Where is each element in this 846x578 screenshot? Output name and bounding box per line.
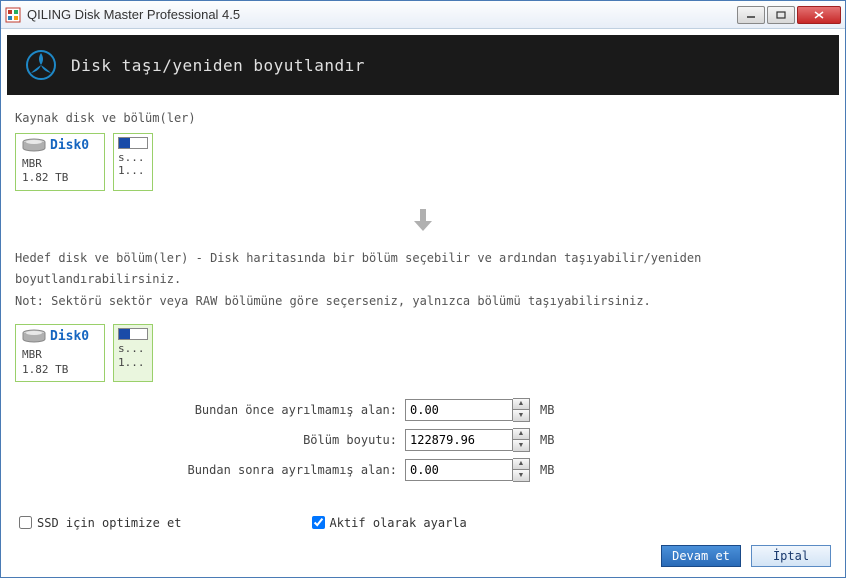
set-active-label: Aktif olarak ayarla (330, 516, 467, 530)
minimize-button[interactable] (737, 6, 765, 24)
unit-label: MB (540, 403, 554, 417)
target-disk-size: 1.82 TB (22, 363, 98, 377)
ssd-optimize-input[interactable] (19, 516, 32, 529)
window-title: QILING Disk Master Professional 4.5 (27, 7, 737, 22)
space-before-input[interactable] (405, 399, 513, 421)
hdd-icon (22, 329, 46, 348)
source-partition-card[interactable]: s... 1... (113, 133, 153, 191)
cancel-button[interactable]: İptal (751, 545, 831, 567)
ssd-optimize-label: SSD için optimize et (37, 516, 182, 530)
spin-up-button[interactable]: ▲ (513, 459, 529, 470)
partition-size-input[interactable] (405, 429, 513, 451)
app-window: QILING Disk Master Professional 4.5 Disk… (0, 0, 846, 578)
set-active-input[interactable] (312, 516, 325, 529)
spin-down-button[interactable]: ▼ (513, 410, 529, 421)
target-partition-line1: s... (118, 342, 148, 355)
source-disk-card[interactable]: Disk0 MBR 1.82 TB (15, 133, 105, 191)
hdd-icon (22, 138, 46, 157)
close-button[interactable] (797, 6, 841, 24)
space-after-input[interactable] (405, 459, 513, 481)
source-disk-name: Disk0 (50, 138, 89, 153)
arrow-down-icon (15, 207, 831, 236)
target-disk-card[interactable]: Disk0 MBR 1.82 TB (15, 324, 105, 382)
target-disk-scheme: MBR (22, 348, 98, 362)
source-disk-scheme: MBR (22, 157, 98, 171)
source-disk-row: Disk0 MBR 1.82 TB s... 1... (15, 133, 831, 191)
space-after-spinner: ▲▼ (405, 458, 530, 482)
spin-down-button[interactable]: ▼ (513, 470, 529, 481)
target-help-text: Hedef disk ve bölüm(ler) - Disk haritası… (15, 248, 831, 313)
target-partition-line2: 1... (118, 356, 148, 369)
partition-size-spinner: ▲▼ (405, 428, 530, 452)
target-help-line2: Not: Sektörü sektör veya RAW bölümüne gö… (15, 291, 831, 313)
options-row: SSD için optimize et Aktif olarak ayarla (15, 516, 831, 530)
target-partition-card[interactable]: s... 1... (113, 324, 153, 382)
spin-up-button[interactable]: ▲ (513, 429, 529, 440)
target-disk-row: Disk0 MBR 1.82 TB s... 1... (15, 324, 831, 382)
target-help-line1: Hedef disk ve bölüm(ler) - Disk haritası… (15, 248, 831, 291)
propeller-logo-icon (25, 49, 57, 81)
unit-label: MB (540, 433, 554, 447)
ssd-optimize-checkbox[interactable]: SSD için optimize et (19, 516, 182, 530)
partition-size-label: Bölüm boyutu: (15, 433, 405, 447)
partition-usage-bar (118, 328, 148, 340)
source-partition-line1: s... (118, 151, 148, 164)
source-disk-size: 1.82 TB (22, 171, 98, 185)
set-active-checkbox[interactable]: Aktif olarak ayarla (312, 516, 467, 530)
unit-label: MB (540, 463, 554, 477)
app-icon (5, 7, 21, 23)
space-after-label: Bundan sonra ayrılmamış alan: (15, 463, 405, 477)
size-form: Bundan önce ayrılmamış alan: ▲▼ MB Bölüm… (15, 398, 831, 482)
page-header: Disk taşı/yeniden boyutlandır (7, 35, 839, 95)
source-partition-line2: 1... (118, 164, 148, 177)
partition-usage-bar (118, 137, 148, 149)
target-disk-name: Disk0 (50, 329, 89, 344)
source-section-label: Kaynak disk ve bölüm(ler) (15, 111, 831, 125)
spin-up-button[interactable]: ▲ (513, 399, 529, 410)
page-title: Disk taşı/yeniden boyutlandır (71, 56, 365, 75)
window-controls (737, 6, 841, 24)
footer-buttons: Devam et İptal (661, 545, 831, 567)
spin-down-button[interactable]: ▼ (513, 440, 529, 451)
space-before-spinner: ▲▼ (405, 398, 530, 422)
content-area: Kaynak disk ve bölüm(ler) Disk0 MBR 1.82… (1, 101, 845, 540)
titlebar[interactable]: QILING Disk Master Professional 4.5 (1, 1, 845, 29)
continue-button[interactable]: Devam et (661, 545, 741, 567)
space-before-label: Bundan önce ayrılmamış alan: (15, 403, 405, 417)
maximize-button[interactable] (767, 6, 795, 24)
